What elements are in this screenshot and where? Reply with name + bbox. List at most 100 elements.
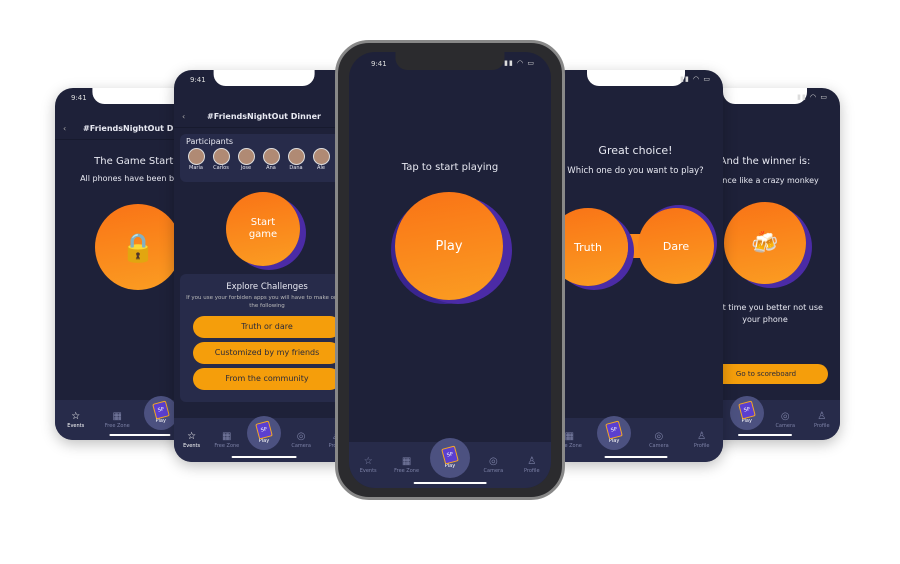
nav-free-zone[interactable]: ▦Free Zone — [212, 431, 242, 449]
home-indicator — [109, 434, 171, 436]
explore-title: Explore Challenges — [226, 282, 308, 292]
start-game-button[interactable]: Start game — [226, 192, 300, 266]
nav-camera[interactable]: ◎Camera — [644, 431, 674, 449]
nav-profile[interactable]: ♙Profile — [517, 456, 547, 474]
nav-label: Free Zone — [394, 468, 420, 474]
notch — [723, 88, 807, 104]
participant-name: Maria — [189, 165, 203, 171]
nav-label: Events — [359, 468, 377, 474]
back-icon[interactable]: ‹ — [182, 106, 185, 128]
store-icon: ▦ — [401, 456, 412, 467]
app-logo-icon: SP — [151, 400, 170, 420]
nav-events[interactable]: ☆ Events — [61, 411, 91, 429]
play-label: Play — [435, 238, 463, 254]
explore-text: If you use your forbiden apps you will h… — [186, 295, 348, 309]
avatar — [312, 148, 330, 165]
avatar — [187, 148, 205, 165]
notch — [586, 70, 685, 86]
nav-label: Camera — [649, 443, 669, 449]
explore-challenges-panel: Explore Challenges If you use your forbi… — [180, 274, 354, 402]
nav-label: Free Zone — [104, 423, 130, 429]
play-button[interactable]: Play — [395, 192, 503, 300]
home-indicator — [413, 482, 487, 484]
nav-label: Camera — [483, 468, 504, 474]
nav-free-zone[interactable]: ▦Free Zone — [102, 411, 132, 429]
nav-play[interactable]: SP Play — [729, 396, 764, 430]
participant-name: Ana — [266, 165, 276, 171]
participant-name: Jose — [240, 165, 252, 171]
app-logo-icon: SP — [255, 420, 273, 440]
status-time: 9:41 — [190, 76, 206, 84]
avatar — [212, 148, 230, 165]
camera-icon: ◎ — [780, 411, 790, 422]
nav-profile[interactable]: ♙Profile — [687, 431, 717, 449]
status-icons: ▮▮ ◠ ▭ — [504, 59, 535, 67]
notch — [395, 52, 505, 70]
profile-icon: ♙ — [697, 431, 707, 442]
celebration-illustration: 🍻 — [724, 202, 806, 284]
dare-label: Dare — [662, 239, 690, 253]
locked-phone-illustration: 🔒 — [95, 204, 181, 290]
app-logo-icon: SP — [441, 445, 459, 465]
participant[interactable]: Jose — [236, 148, 256, 171]
nav-label: Events — [67, 423, 85, 429]
nav-profile[interactable]: ♙Profile — [807, 411, 837, 429]
participants-label: Participants — [186, 137, 233, 146]
nav-label: Camera — [291, 443, 311, 449]
app-logo-icon: SP — [737, 400, 756, 420]
nav-label: Camera — [775, 423, 796, 429]
phone-truth-or-dare: ▮▮ ◠ ▭ Great choice! Which one do you wa… — [548, 70, 723, 462]
participant-name: Ale — [317, 165, 325, 171]
participant[interactable]: Carlos — [211, 148, 231, 171]
camera-icon: ◎ — [654, 431, 664, 442]
home-indicator — [738, 434, 792, 436]
option-truth-or-dare[interactable]: Truth or dare — [193, 316, 341, 338]
back-icon[interactable]: ‹ — [63, 118, 66, 140]
home-indicator — [231, 456, 297, 458]
nav-label: Profile — [693, 443, 710, 449]
avatar — [287, 148, 305, 165]
store-icon: ▦ — [112, 411, 122, 422]
avatar — [237, 148, 255, 165]
participant-name: Carlos — [213, 165, 229, 171]
nav-camera[interactable]: ◎Camera — [286, 431, 316, 449]
nav-free-zone[interactable]: ▦Free Zone — [392, 456, 422, 474]
nav-events[interactable]: ☆ Events — [177, 431, 207, 449]
store-icon: ▦ — [564, 431, 575, 442]
participant[interactable]: Maria — [186, 148, 206, 171]
status-icons: ▮▮ ◠ ▭ — [797, 93, 828, 101]
store-icon: ▦ — [222, 431, 232, 442]
notch — [213, 70, 315, 86]
nav-camera[interactable]: ◎Camera — [478, 456, 508, 474]
participant[interactable]: Dana — [286, 148, 306, 171]
nav-play[interactable]: SP Play — [597, 416, 632, 450]
nav-events[interactable]: ☆ Events — [353, 456, 383, 474]
avatar — [262, 148, 280, 165]
status-time: 9:41 — [71, 94, 87, 102]
nav-play[interactable]: SP Play — [246, 416, 281, 450]
participant[interactable]: Ale — [311, 148, 331, 171]
nav-play[interactable]: SP Play — [429, 438, 470, 478]
camera-icon: ◎ — [296, 431, 306, 442]
nav-label: Profile — [813, 423, 830, 429]
tap-prompt: Tap to start playing — [401, 162, 499, 173]
dare-button[interactable]: Dare — [638, 208, 714, 284]
home-indicator — [604, 456, 667, 458]
option-customized[interactable]: Customized by my friends — [193, 342, 341, 364]
participant[interactable]: Ana — [261, 148, 281, 171]
calendar-star-icon: ☆ — [363, 456, 373, 467]
nav-label: Profile — [523, 468, 540, 474]
status-icons: ▮▮ ◠ ▭ — [680, 75, 711, 83]
nav-camera[interactable]: ◎Camera — [770, 411, 800, 429]
truth-label: Truth — [574, 240, 602, 254]
great-choice-title: Great choice! — [598, 144, 673, 157]
option-community[interactable]: From the community — [193, 368, 341, 390]
nav-play[interactable]: SP Play — [143, 396, 178, 430]
status-time: 9:41 — [371, 60, 387, 68]
event-title: #FriendsNightOut Dinner — [207, 112, 321, 121]
start-game-label: Start game — [248, 217, 278, 240]
choice-subtitle: Which one do you want to play? — [567, 166, 704, 176]
camera-icon: ◎ — [488, 456, 498, 467]
nav-label: Events — [183, 443, 201, 449]
profile-icon: ♙ — [527, 456, 537, 467]
